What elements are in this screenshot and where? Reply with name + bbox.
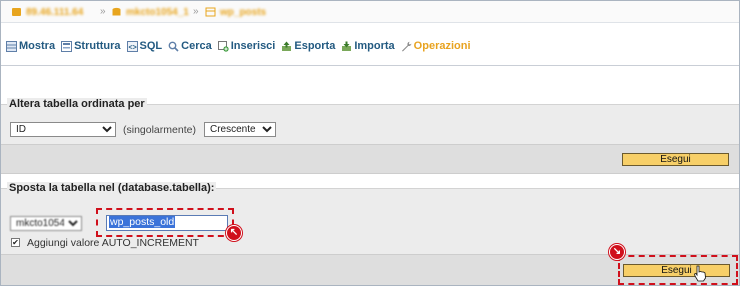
order-direction-select[interactable]: Crescente [204,122,276,137]
export-icon [282,41,292,51]
tab-operazioni[interactable]: Operazioni [401,40,471,52]
server-icon [12,8,21,16]
highlight-table-input [96,208,234,237]
breadcrumb-database-label: mkcto1054_1 [126,6,189,18]
singly-label: (singolarmente) [123,124,196,136]
breadcrumb-server[interactable]: 89.46.111.64 [11,6,83,18]
tab-mostra[interactable]: Mostra [6,40,55,52]
tab-sql[interactable]: <> SQL [126,40,163,52]
breadcrumb-table-label: wp_posts [220,6,267,18]
tab-bar: Mostra Struttura <> SQL Cerca Inserisci … [6,38,477,54]
breadcrumb: 89.46.111.64 » mkcto1054_1 » wp_posts [1,1,739,23]
move-table-legend: Sposta la tabella nel (database.tabella)… [7,182,217,194]
tab-inserisci[interactable]: Inserisci [217,40,276,52]
tab-inserisci-label: Inserisci [230,40,276,52]
tab-cerca-label: Cerca [181,40,212,52]
insert-icon [217,40,229,52]
order-table-legend: Altera tabella ordinata per [7,98,147,110]
tab-struttura-label: Struttura [74,40,121,52]
highlight-submit-button [618,255,738,285]
search-icon [168,41,179,52]
target-database-select[interactable]: mkcto1054_1 [10,216,82,231]
order-table-fieldset: Altera tabella ordinata per ID (singolar… [1,98,739,144]
structure-icon [61,40,73,52]
database-icon [112,7,121,16]
order-table-footer: Esegui [1,144,739,174]
breadcrumb-separator: » [193,6,199,17]
breadcrumb-database[interactable]: mkcto1054_1 [111,6,189,18]
wrench-icon [401,41,412,51]
arrow-up-left-icon: ↖ [226,225,242,241]
svg-text:<>: <> [128,44,136,51]
tab-importa[interactable]: Importa [341,40,395,52]
tab-esporta[interactable]: Esporta [281,40,335,52]
hand-cursor-icon [694,265,706,282]
breadcrumb-server-label: 89.46.111.64 [26,6,84,18]
order-column-select[interactable]: ID [10,122,116,137]
tab-importa-label: Importa [354,40,395,52]
tab-operazioni-label: Operazioni [413,40,471,52]
divider [1,65,739,66]
tab-esporta-label: Esporta [294,40,336,52]
auto-increment-label: Aggiungi valore AUTO_INCREMENT [27,237,199,249]
browse-icon [6,40,17,52]
tab-mostra-label: Mostra [19,40,56,52]
breadcrumb-separator: » [100,6,106,17]
tab-sql-label: SQL [139,40,163,52]
tab-struttura[interactable]: Struttura [61,40,121,52]
sql-icon: <> [126,40,138,52]
import-icon [342,41,352,51]
tab-cerca[interactable]: Cerca [168,40,212,52]
breadcrumb-table[interactable]: wp_posts [205,6,266,18]
table-icon [205,7,216,17]
order-submit-button[interactable]: Esegui [622,153,729,166]
auto-increment-checkbox[interactable]: ✔ [11,238,20,247]
arrow-down-right-icon: ↘ [609,244,625,260]
